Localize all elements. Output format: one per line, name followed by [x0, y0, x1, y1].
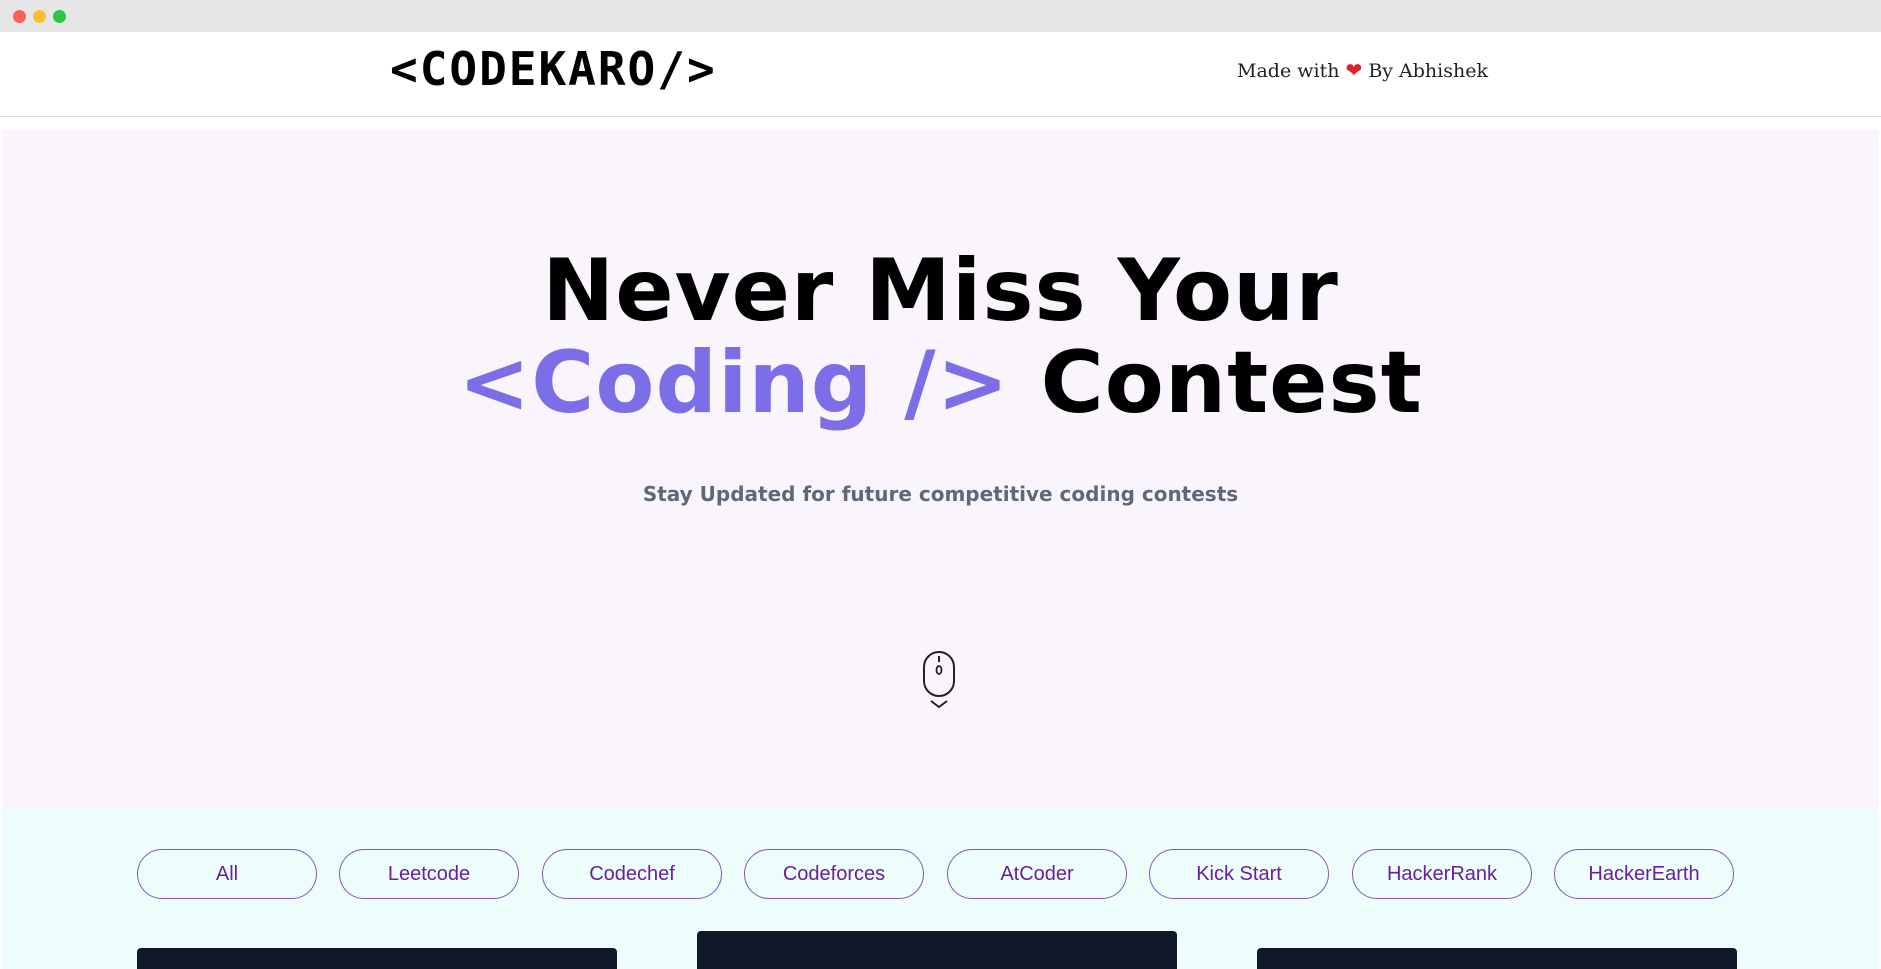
- filter-hackerrank-button[interactable]: HackerRank: [1352, 849, 1532, 899]
- credit-suffix: By Abhishek: [1368, 60, 1488, 82]
- filter-kickstart-button[interactable]: Kick Start: [1149, 849, 1329, 899]
- filter-codechef-button[interactable]: Codechef: [542, 849, 722, 899]
- close-window-button[interactable]: [13, 10, 26, 23]
- maximize-window-button[interactable]: [53, 10, 66, 23]
- hero-title-rest: Contest: [1040, 333, 1423, 433]
- hero-title-line1: Never Miss Your: [542, 241, 1339, 341]
- credit-prefix: Made with: [1237, 60, 1340, 82]
- window-title-bar: [0, 0, 1881, 32]
- contest-card[interactable]: [1257, 948, 1737, 969]
- navbar: <CODEKARO/> Made with ❤ By Abhishek: [0, 32, 1881, 117]
- filter-atcoder-button[interactable]: AtCoder: [947, 849, 1127, 899]
- filter-codeforces-button[interactable]: Codeforces: [744, 849, 924, 899]
- site-logo[interactable]: <CODEKARO/>: [390, 42, 717, 96]
- hero-title-line2: <Coding /> Contest: [2, 340, 1879, 426]
- filter-all-button[interactable]: All: [137, 849, 317, 899]
- filter-leetcode-button[interactable]: Leetcode: [339, 849, 519, 899]
- heart-icon: ❤: [1345, 58, 1363, 82]
- minimize-window-button[interactable]: [33, 10, 46, 23]
- contest-card[interactable]: [137, 948, 617, 969]
- platform-filter-section: All Leetcode Codechef Codeforces AtCoder…: [2, 810, 1879, 969]
- contest-card[interactable]: [697, 931, 1177, 969]
- hero-section: Never Miss Your <Coding /> Contest Stay …: [2, 130, 1879, 810]
- author-credit: Made with ❤ By Abhishek: [1237, 58, 1488, 82]
- filter-hackerearth-button[interactable]: HackerEarth: [1554, 849, 1734, 899]
- hero-title-accent: <Coding />: [458, 333, 1010, 433]
- hero-subtitle: Stay Updated for future competitive codi…: [642, 482, 1239, 506]
- mouse-scroll-icon[interactable]: [921, 650, 957, 710]
